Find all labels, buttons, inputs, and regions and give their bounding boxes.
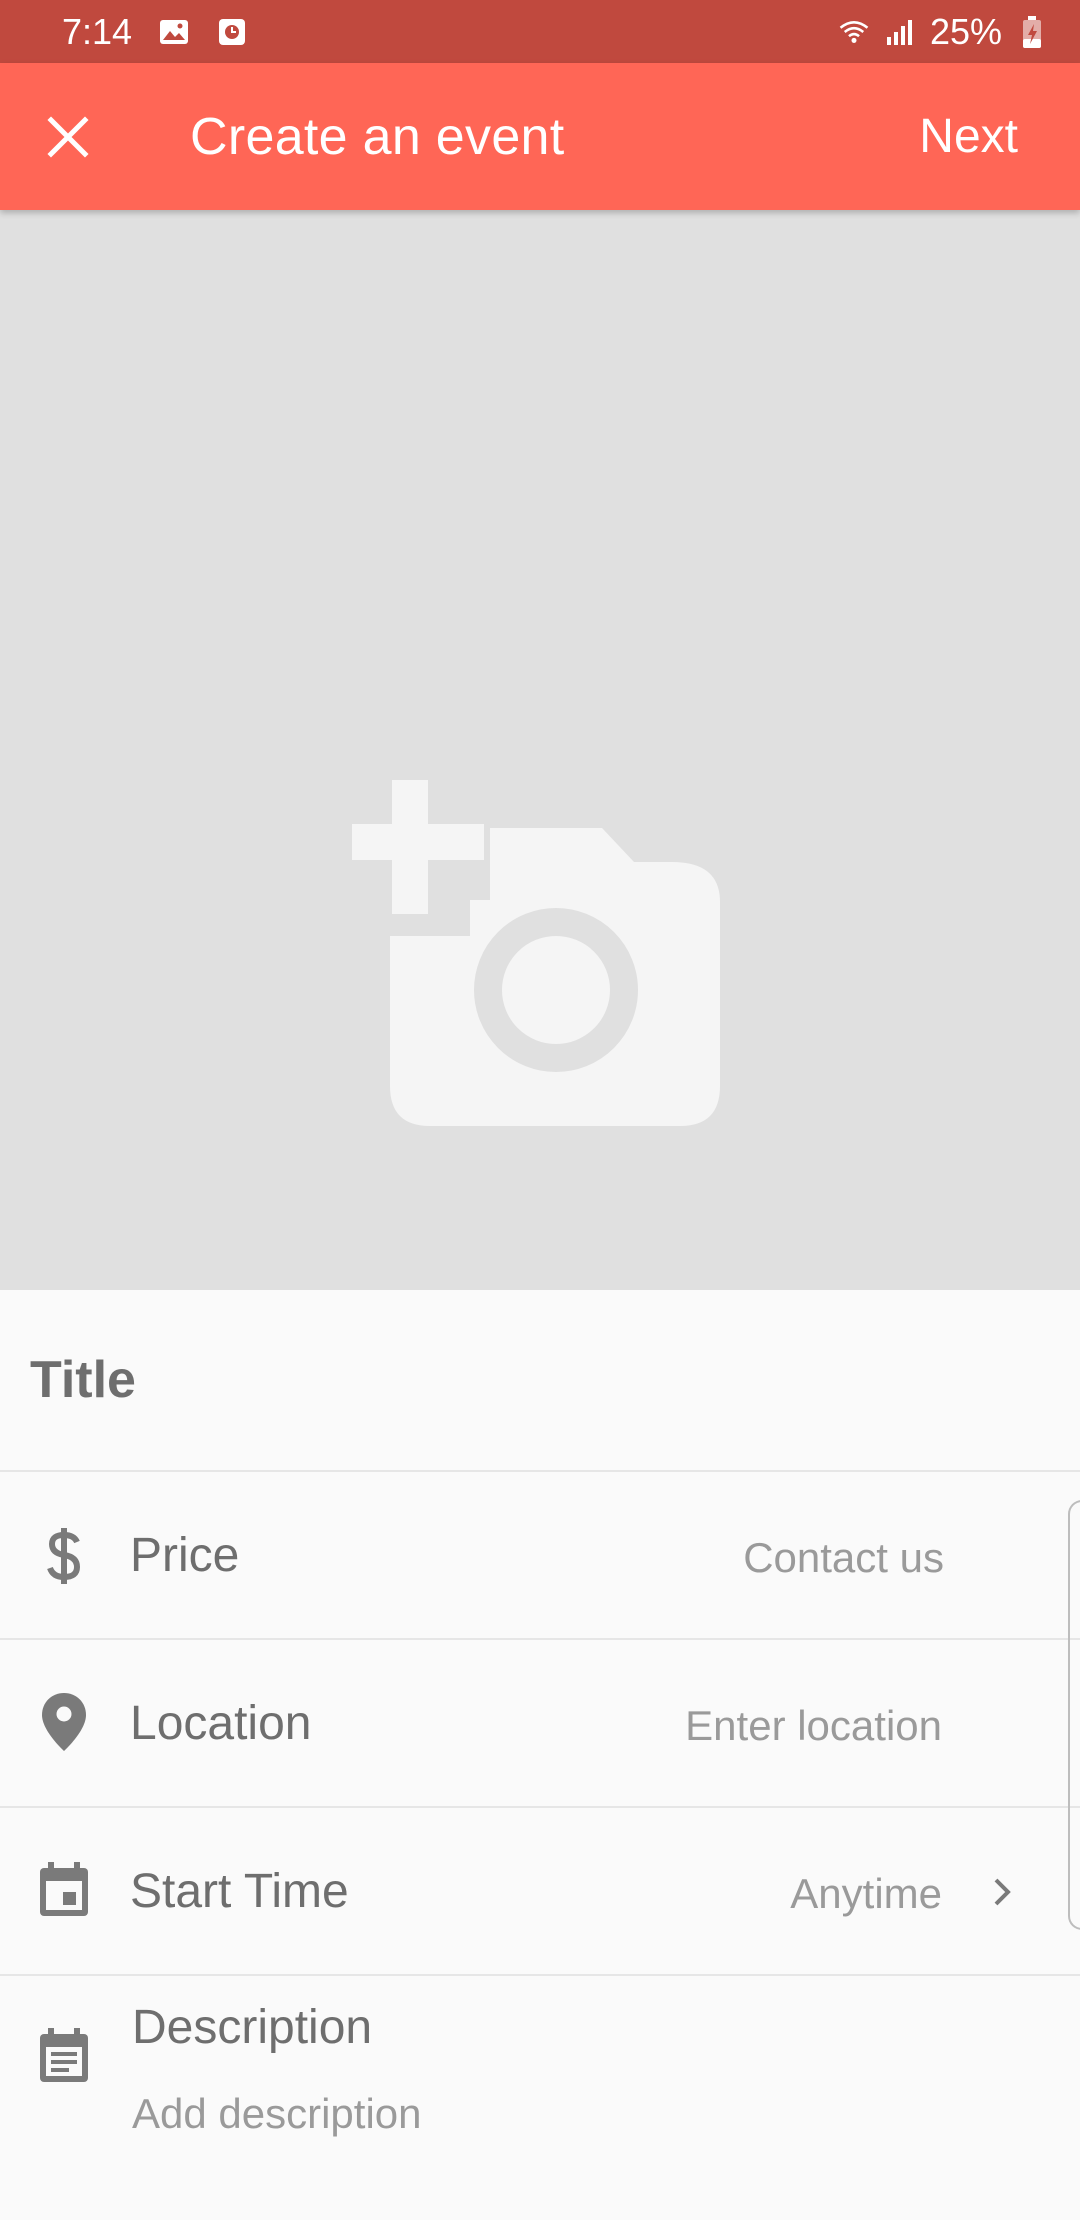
start-time-row[interactable]: Start Time Anytime [0,1808,1080,1976]
description-input[interactable]: Add description [132,2090,422,2138]
title-input[interactable]: Title [30,1350,136,1410]
description-label: Description [132,2001,373,2054]
clock-app-icon [216,16,248,48]
dollar-icon [36,1528,92,1584]
wifi-icon [838,16,870,48]
battery-percent: 25% [929,10,1002,52]
calendar-icon [36,1862,92,1918]
app-bar: Create an event Next [0,63,1080,210]
gallery-icon [158,16,190,48]
description-icon [36,2028,92,2084]
location-label: Location [130,1697,312,1750]
location-value[interactable]: Enter location [685,1702,942,1750]
add-photo-icon [340,776,720,1126]
page-title: Create an event [190,107,565,166]
location-row[interactable]: Location Enter location [0,1640,1080,1808]
close-button[interactable] [36,105,100,169]
status-bar: 7:14 25% [0,0,1080,63]
next-button[interactable]: Next [919,63,1018,210]
edge-panel-handle[interactable] [1068,1500,1080,1930]
start-time-label: Start Time [130,1865,349,1918]
signal-icon [884,16,916,48]
title-field[interactable]: Title [0,1290,1080,1472]
location-pin-icon [36,1693,92,1751]
price-value: Contact us [743,1534,944,1581]
status-time: 7:14 [62,10,133,52]
start-time-value: Anytime [790,1870,942,1917]
price-label: Price [130,1529,240,1582]
event-image-picker[interactable] [0,210,1080,1290]
battery-charging-icon [1016,15,1048,48]
chevron-right-icon [982,1872,1022,1912]
price-row[interactable]: Price Contact us [0,1472,1080,1640]
description-section: Description Add description [0,1976,1080,2220]
close-icon [47,116,89,158]
